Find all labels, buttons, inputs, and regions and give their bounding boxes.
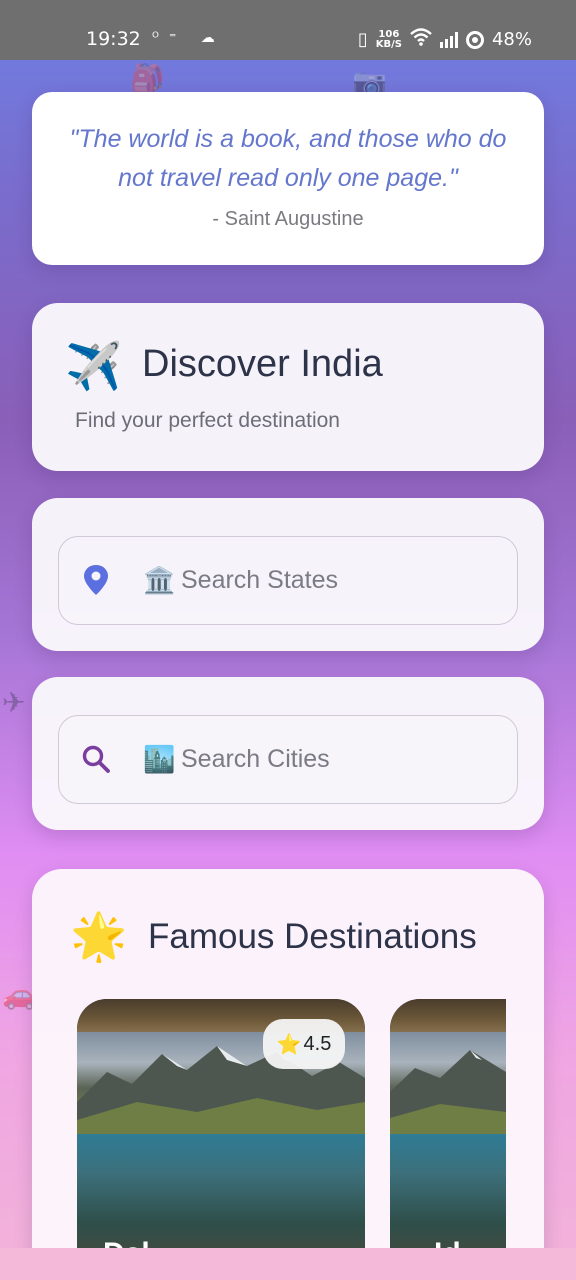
search-states-input[interactable]: 🏛️ Search States	[58, 536, 518, 625]
star-icon: ⭐	[276, 1033, 302, 1056]
destination-card[interactable]: Id	[390, 999, 506, 1280]
quote-author: - Saint Augustine	[212, 208, 364, 230]
destination-image-mountains	[390, 1032, 506, 1134]
rating-value: 4.5	[303, 1032, 332, 1055]
classical-building-icon: 🏛️	[143, 565, 176, 595]
status-bar: 19:32 ᴼ⁼ ☁ ▯ 106 KB/S 48%	[0, 0, 576, 60]
search-cities-card: 🏙️ Search Cities	[32, 677, 544, 830]
network-speed: 106 KB/S	[375, 29, 402, 50]
airplane-icon: ✈️	[65, 340, 123, 392]
search-cities-input[interactable]: 🏙️ Search Cities	[58, 715, 518, 804]
bottom-navigation-strip	[0, 1248, 576, 1280]
search-states-placeholder: Search States	[181, 566, 339, 594]
backpack-bg-icon: 🎒	[130, 63, 165, 94]
vibrate-icon: ▯	[357, 29, 368, 50]
battery-level: 48%	[491, 29, 532, 50]
notification-icons: ᴼ⁼ ☁	[152, 30, 225, 46]
status-time: 19:32	[86, 28, 141, 50]
discover-header-card: ✈️ Discover India Find your perfect dest…	[32, 303, 544, 471]
airplane-bg-icon: ✈	[2, 687, 26, 718]
battery-icon	[465, 30, 484, 49]
network-speed-unit: KB/S	[375, 38, 402, 50]
location-pin-icon	[81, 563, 111, 599]
page-title: Discover India	[142, 343, 383, 385]
wifi-icon	[410, 28, 432, 51]
destination-card[interactable]: ⭐ 4.5 Dal	[77, 999, 365, 1280]
search-icon	[81, 742, 111, 778]
cityscape-icon: 🏙️	[143, 744, 176, 774]
glowing-star-icon: 🌟	[70, 910, 128, 962]
status-right: ▯ 106 KB/S 48%	[358, 28, 532, 51]
section-title: Famous Destinations	[148, 917, 477, 956]
quote-card: "The world is a book, and those who do n…	[32, 92, 544, 265]
page-subtitle: Find your perfect destination	[75, 409, 340, 432]
famous-destinations-card: 🌟 Famous Destinations ⭐ 4.5 Dal Id	[32, 869, 544, 1280]
search-cities-placeholder: Search Cities	[181, 745, 330, 773]
quote-text: "The world is a book, and those who do n…	[69, 125, 507, 192]
destination-image-top	[390, 999, 506, 1035]
search-states-card: 🏛️ Search States	[32, 498, 544, 651]
signal-icon	[439, 31, 458, 48]
rating-badge: ⭐ 4.5	[263, 1019, 345, 1069]
